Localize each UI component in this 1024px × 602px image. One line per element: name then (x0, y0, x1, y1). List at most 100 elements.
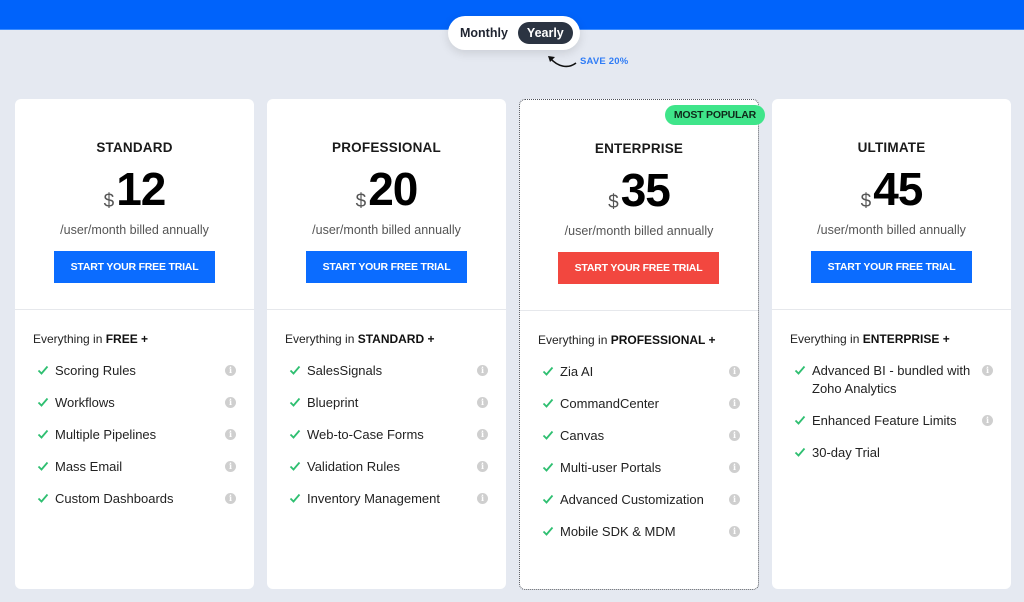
plan-card-enterprise: MOST POPULAR ENTERPRISE $ 35 /user/month… (519, 99, 765, 590)
feature-list: Advanced BI - bundled with Zoho Analytic… (794, 362, 993, 476)
check-icon (289, 365, 301, 375)
info-icon[interactable]: i (477, 493, 488, 504)
feature-label: Workflows (55, 395, 115, 410)
feature-item: Mass Email i (37, 458, 236, 476)
check-icon (542, 398, 554, 408)
start-free-trial-button[interactable]: START YOUR FREE TRIAL (811, 251, 972, 283)
includes-plan: STANDARD + (357, 332, 435, 346)
plan-name: ULTIMATE (857, 140, 926, 155)
billing-period: /user/month billed annually (564, 224, 714, 238)
feature-item: Multi-user Portals i (542, 459, 740, 477)
feature-item: Custom Dashboards i (37, 490, 236, 508)
feature-list: SalesSignals i Blueprint i Web-to-Case Forms… (289, 362, 488, 522)
feature-item: Canvas i (542, 427, 740, 445)
plan-price: $ 20 (267, 163, 506, 215)
billing-toggle[interactable]: Monthly Yearly (448, 16, 580, 50)
plan-name: ENTERPRISE (594, 141, 684, 156)
check-icon (794, 415, 806, 425)
feature-label: Multi-user Portals (560, 460, 662, 475)
feature-label: Custom Dashboards (55, 491, 174, 506)
billing-period: /user/month billed annually (817, 223, 966, 237)
plan-name: PROFESSIONAL (332, 140, 441, 155)
check-icon (542, 366, 554, 376)
start-free-trial-button[interactable]: START YOUR FREE TRIAL (558, 252, 719, 284)
plan-header: ENTERPRISE $ 35 /user/month billed annua… (520, 100, 758, 311)
feature-label: Scoring Rules (55, 363, 136, 378)
feature-item: Scoring Rules i (37, 362, 236, 380)
check-icon (542, 494, 554, 504)
feature-label: Mass Email (55, 459, 123, 474)
info-icon[interactable]: i (225, 461, 236, 472)
info-icon[interactable]: i (729, 430, 740, 441)
billing-period: /user/month billed annually (60, 223, 209, 237)
includes-label: Everything in ENTERPRISE + (790, 332, 950, 346)
price-amount: 12 (116, 163, 166, 215)
feature-label: Web-to-Case Forms (307, 427, 424, 442)
check-icon (37, 429, 49, 439)
info-icon[interactable]: i (225, 397, 236, 408)
check-icon (289, 397, 301, 407)
feature-list: Scoring Rules i Workflows i Multiple Pipelin… (37, 362, 236, 522)
plan-price: $ 35 (520, 164, 758, 216)
feature-item: CommandCenter i (542, 395, 740, 413)
check-icon (542, 526, 554, 536)
includes-plan: PROFESSIONAL + (610, 333, 716, 347)
includes-prefix: Everything in (538, 333, 611, 347)
feature-label: Enhanced Feature Limits (812, 413, 957, 428)
start-free-trial-button[interactable]: START YOUR FREE TRIAL (54, 251, 215, 283)
toggle-yearly[interactable]: Yearly (517, 22, 573, 44)
toggle-monthly[interactable]: Monthly (460, 22, 508, 44)
info-icon[interactable]: i (982, 365, 993, 376)
info-icon[interactable]: i (729, 462, 740, 473)
check-icon (794, 447, 806, 457)
info-icon[interactable]: i (477, 429, 488, 440)
feature-item: Advanced Customization i (542, 491, 740, 509)
info-icon[interactable]: i (729, 366, 740, 377)
info-icon[interactable]: i (729, 526, 740, 537)
check-icon (37, 397, 49, 407)
curved-arrow-icon (548, 56, 577, 68)
feature-label: SalesSignals (307, 363, 383, 378)
most-popular-badge: MOST POPULAR (664, 105, 765, 125)
feature-item: Enhanced Feature Limits i (794, 412, 993, 430)
feature-item: Web-to-Case Forms i (289, 426, 488, 444)
includes-prefix: Everything in (285, 332, 358, 346)
currency-symbol: $ (608, 192, 619, 213)
feature-label: Advanced BI - bundled with Zoho Analytic… (812, 363, 971, 396)
includes-prefix: Everything in (790, 332, 863, 346)
includes-label: Everything in FREE + (33, 332, 148, 346)
check-icon (289, 429, 301, 439)
info-icon[interactable]: i (729, 398, 740, 409)
check-icon (794, 365, 806, 375)
plan-price: $ 12 (15, 163, 254, 215)
feature-label: Multiple Pipelines (55, 427, 157, 442)
info-icon[interactable]: i (225, 429, 236, 440)
info-icon[interactable]: i (225, 365, 236, 376)
includes-label: Everything in PROFESSIONAL + (538, 333, 716, 347)
feature-item: Mobile SDK & MDM i (542, 523, 740, 541)
info-icon[interactable]: i (477, 461, 488, 472)
feature-list: Zia AI i CommandCenter i Canvas i Multi-user P… (542, 363, 740, 555)
currency-symbol: $ (355, 191, 367, 212)
info-icon[interactable]: i (729, 494, 740, 505)
feature-item: Workflows i (37, 394, 236, 412)
info-icon[interactable]: i (225, 493, 236, 504)
feature-item: 30-day Trial (794, 444, 993, 462)
check-icon (289, 461, 301, 471)
start-free-trial-button[interactable]: START YOUR FREE TRIAL (306, 251, 467, 283)
check-icon (37, 365, 49, 375)
info-icon[interactable]: i (477, 397, 488, 408)
feature-label: Advanced Customization (560, 492, 704, 507)
feature-item: SalesSignals i (289, 362, 488, 380)
info-icon[interactable]: i (477, 365, 488, 376)
info-icon[interactable]: i (982, 415, 993, 426)
check-icon (289, 493, 301, 503)
includes-plan: ENTERPRISE + (862, 332, 950, 346)
feature-label: 30-day Trial (812, 445, 880, 460)
check-icon (542, 430, 554, 440)
plan-card-standard: STANDARD $ 12 /user/month billed annuall… (15, 99, 254, 589)
price-amount: 35 (620, 164, 671, 216)
currency-symbol: $ (860, 191, 872, 212)
feature-label: Zia AI (560, 364, 594, 379)
check-icon (37, 493, 49, 503)
